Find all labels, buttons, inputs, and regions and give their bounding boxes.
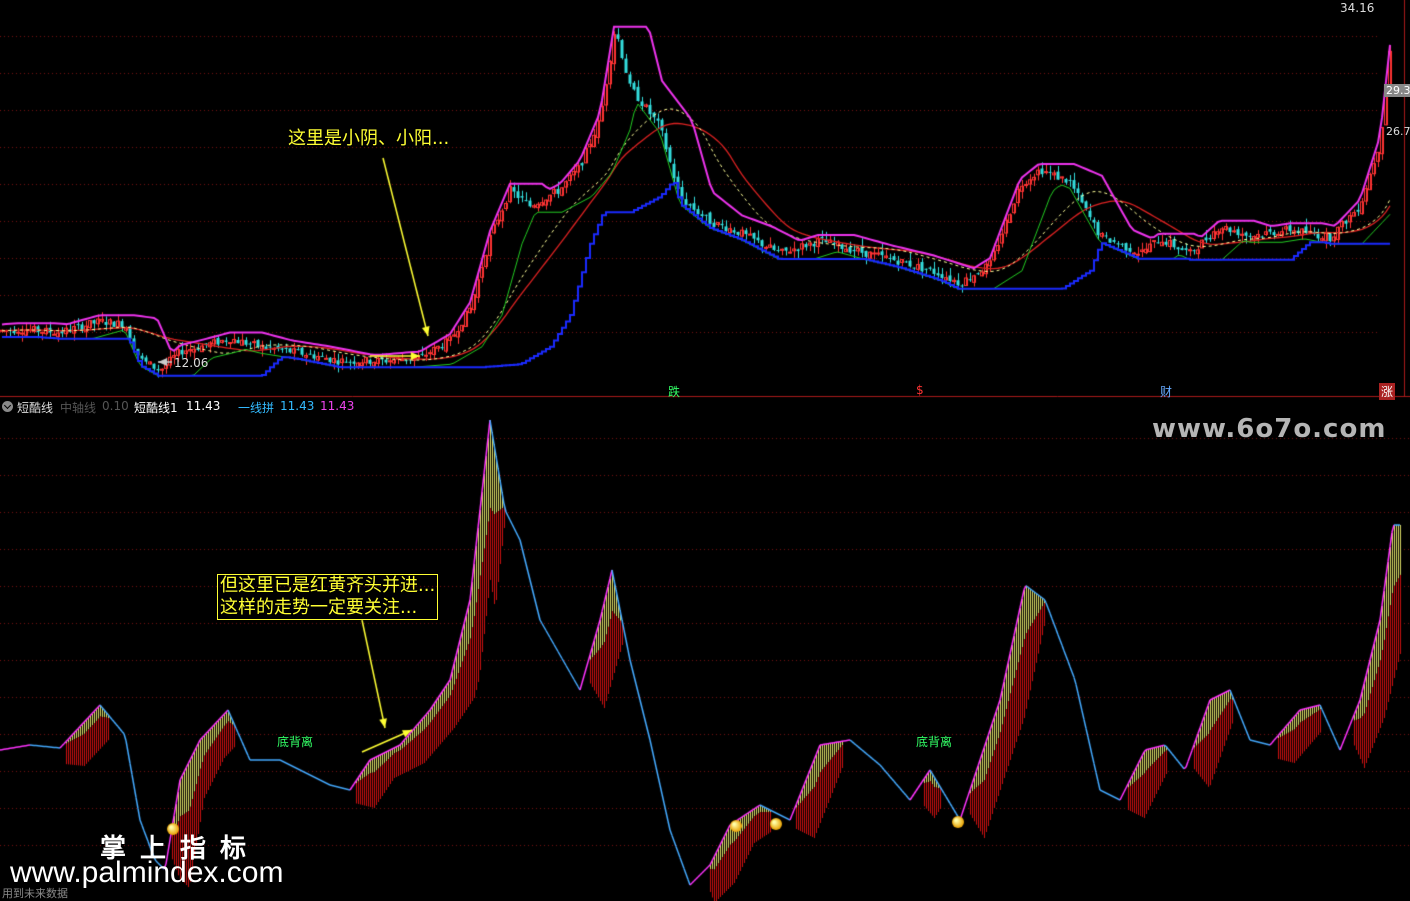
- legend-name-1: 短酷线1: [134, 401, 178, 415]
- legend-name-2: 一线拼: [238, 401, 275, 415]
- legend-value-2: 11.43: [280, 399, 315, 413]
- price-low-label: 12.06: [174, 356, 209, 370]
- divergence-label-1: 底背离: [277, 735, 314, 749]
- legend-value-0: 0.10: [102, 399, 129, 413]
- marker-die: 跌: [668, 385, 681, 399]
- footer-text: 用到未来数据: [2, 887, 68, 900]
- price-high-label: 34.16: [1340, 1, 1375, 15]
- legend-value-1: 11.43: [186, 399, 221, 413]
- watermark-right: www.6o7o.com: [1152, 414, 1387, 444]
- price-right-low-label: 26.7: [1386, 125, 1410, 138]
- annotation-line-2: 这样的走势一定要关注...: [220, 597, 418, 618]
- price-right-mid-label: 29.3: [1384, 84, 1410, 97]
- annotation-line-1: 但这里已是红黄齐头并进...: [220, 575, 436, 596]
- divergence-label-2: 底背离: [916, 735, 953, 749]
- collapse-icon[interactable]: [2, 401, 13, 412]
- marker-zhang: 涨: [1379, 383, 1396, 400]
- main-annotation: 这里是小阴、小阳...: [288, 128, 450, 149]
- indicator-title: 短酷线: [17, 401, 54, 415]
- legend-name-0: 中轴线: [60, 401, 97, 415]
- legend-value-2b: 11.43: [320, 399, 355, 413]
- marker-dollar: $: [916, 383, 924, 397]
- indicator-annotation: 但这里已是红黄齐头并进... 这样的走势一定要关注...: [217, 574, 439, 620]
- marker-cai: 财: [1160, 385, 1173, 399]
- chart-canvas: [0, 0, 1410, 901]
